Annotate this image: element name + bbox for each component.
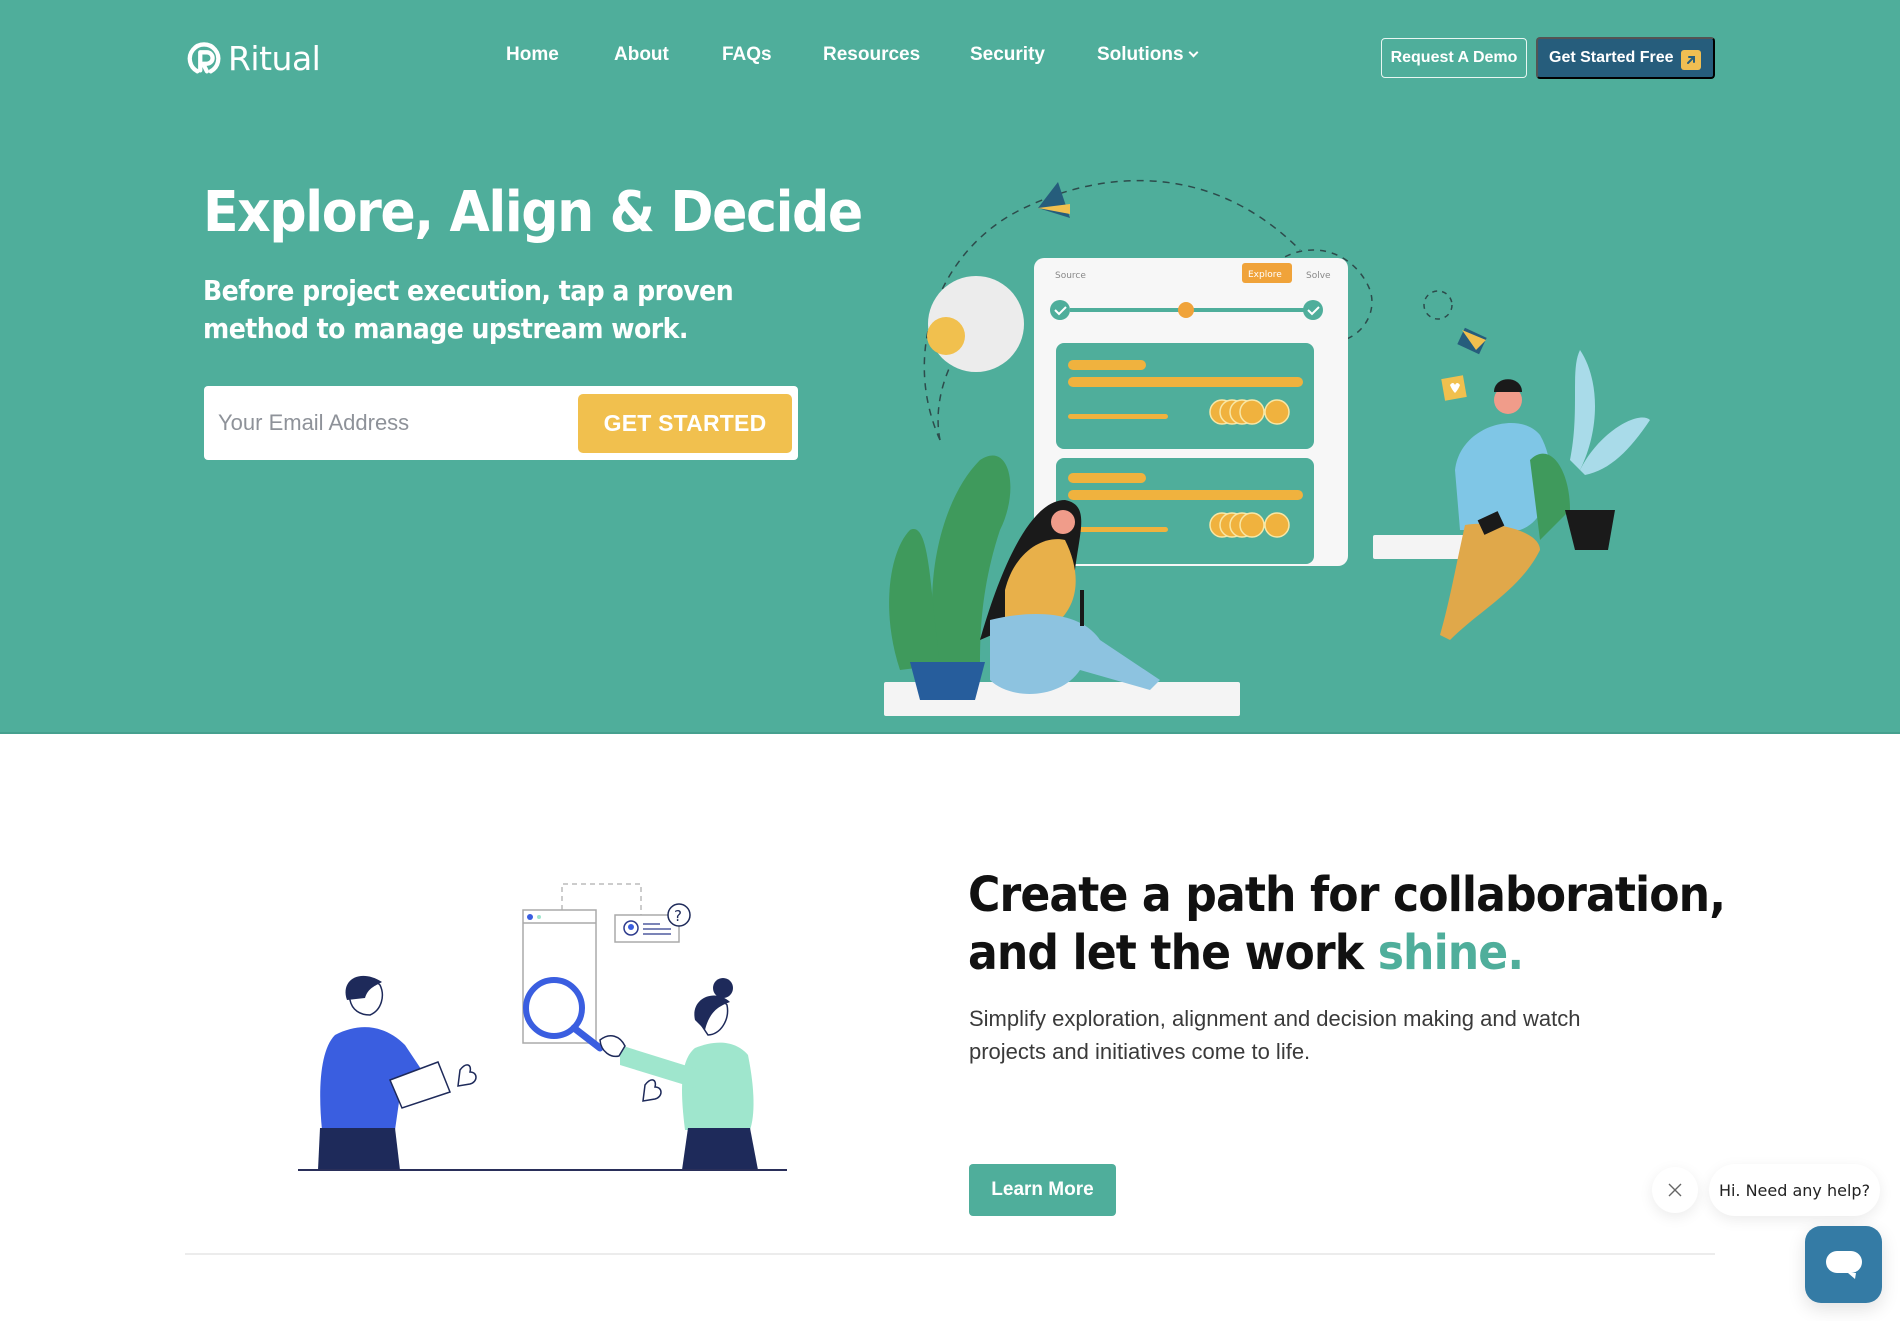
step-source-label: Source [1055,271,1086,281]
nav-home[interactable]: Home [506,44,559,66]
step-explore-label: Explore [1248,270,1282,280]
chat-bubble-icon [1825,1250,1862,1279]
active-step-dot [1178,302,1194,318]
nav-about[interactable]: About [614,44,669,66]
check-icon [1303,300,1323,320]
chat-greeting-bubble[interactable]: Hi. Need any help? [1709,1164,1880,1216]
step-solve-label: Solve [1306,271,1331,281]
section-divider [185,1253,1715,1255]
hero-section: Ritual Home About FAQs Resources Securit… [0,0,1900,734]
section-title-line2: and let the work [968,925,1378,981]
nav-resources[interactable]: Resources [823,44,920,66]
request-demo-button[interactable]: Request A Demo [1381,38,1527,78]
woman-figure [599,978,758,1170]
nav-solutions-label: Solutions [1097,44,1184,65]
question-mark-icon: ? [667,903,691,927]
arrow-up-right-icon [1681,50,1701,70]
section-title-accent: shine. [1377,925,1524,981]
section-body: Simplify exploration, alignment and deci… [969,1006,1581,1064]
close-icon [1668,1183,1682,1197]
hero-illustration: Source Explore Solve [884,179,1650,716]
man-figure [318,975,477,1170]
logo-link[interactable]: Ritual [186,38,321,78]
hero-subtitle: Before project execution, tap a proven m… [203,274,734,345]
check-icon [1050,300,1070,320]
envelope-icon [1457,327,1487,355]
chat-close-button[interactable] [1652,1167,1698,1213]
get-started-free-button[interactable]: Get Started Free [1536,37,1715,79]
dashed-circle [1423,290,1453,320]
svg-text:?: ? [674,907,682,925]
section-title-line1: Create a path for collaboration, [968,867,1726,923]
potted-plant [1565,350,1650,550]
get-started-button[interactable]: GET STARTED [578,394,792,453]
heart-message-icon [1441,375,1467,401]
section-title: Create a path for collaboration, and let… [968,866,1726,982]
chat-launcher-button[interactable] [1805,1226,1882,1303]
nav-solutions[interactable]: Solutions [1097,44,1199,66]
sun-icon [927,317,965,355]
chevron-down-icon [1188,47,1199,58]
paper-plane-icon [1038,182,1070,218]
nav-faqs[interactable]: FAQs [722,44,772,66]
nav-security[interactable]: Security [970,44,1045,66]
email-signup-form: GET STARTED [204,386,798,460]
man-with-tablet [1440,379,1570,640]
get-started-free-label: Get Started Free [1549,49,1674,66]
hero-title: Explore, Align & Decide [203,180,863,245]
ritual-logo-icon [187,42,221,74]
logo-text: Ritual [228,38,321,78]
email-input[interactable] [218,398,558,448]
collaboration-illustration: ? [298,883,787,1171]
learn-more-button[interactable]: Learn More [969,1164,1116,1216]
